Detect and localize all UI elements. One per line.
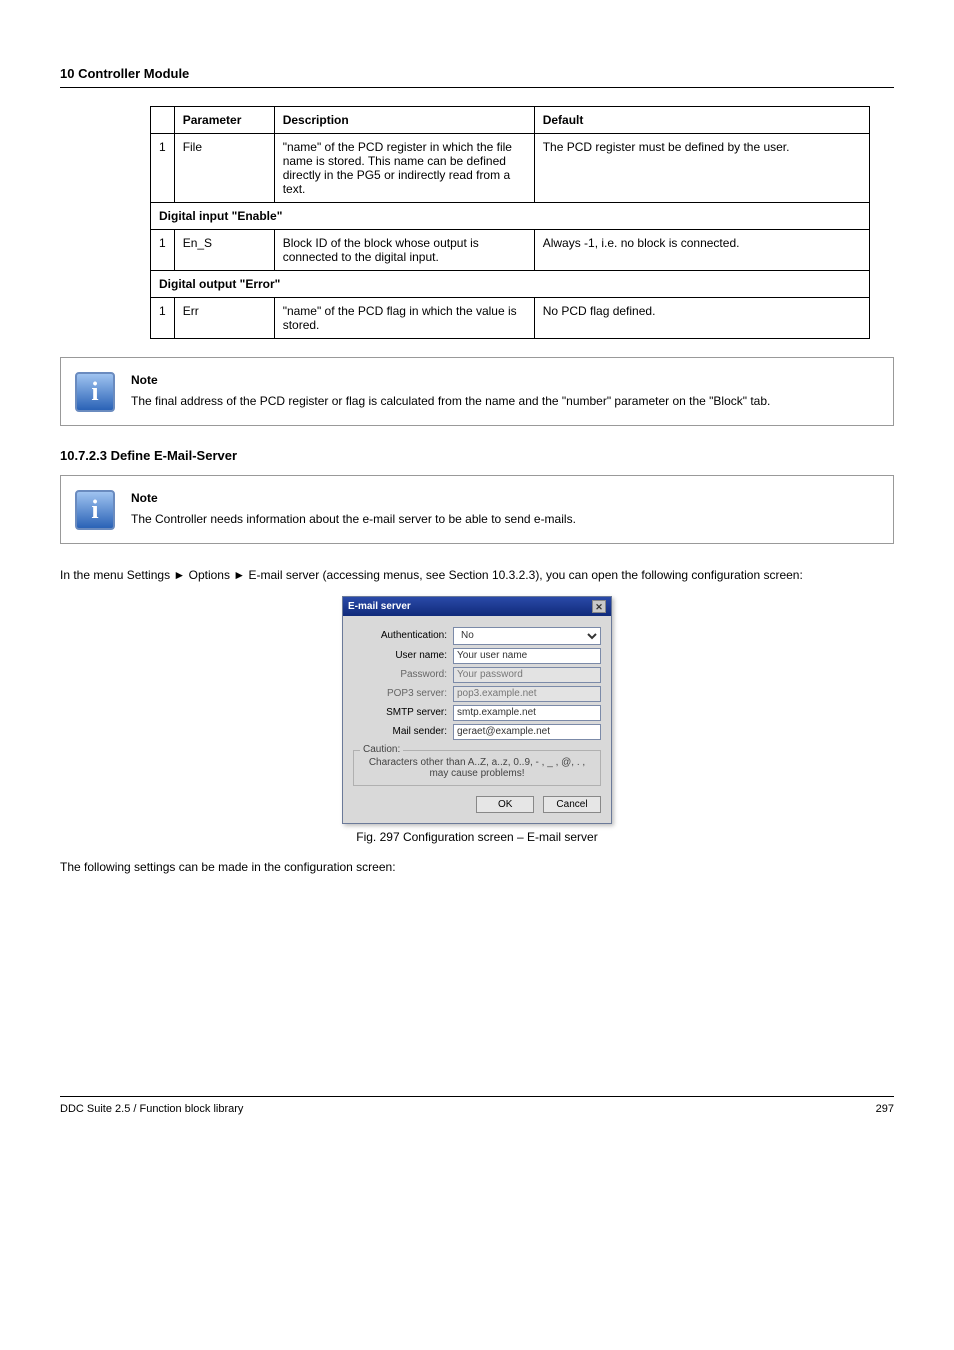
note-title: Note (131, 490, 877, 507)
close-icon[interactable]: ✕ (592, 600, 606, 613)
cell-desc: "name" of the PCD register in which the … (274, 134, 534, 203)
cell-desc: "name" of the PCD flag in which the valu… (274, 298, 534, 339)
auth-label: Authentication: (353, 630, 453, 641)
username-label: User name: (353, 650, 453, 661)
cell-param: Err (174, 298, 274, 339)
footer-left: DDC Suite 2.5 / Function block library (60, 1103, 243, 1115)
caution-text: Characters other than A..Z, a..z, 0..9, … (369, 757, 585, 779)
page: 10 Controller Module Parameter Descripti… (0, 0, 954, 1155)
cell-num: 1 (151, 134, 175, 203)
table-header-row: Parameter Description Default (151, 107, 870, 134)
table-group-row: Digital input "Enable" (151, 203, 870, 230)
group-din: Digital input "Enable" (151, 203, 870, 230)
figure-caption: Fig. 297 Configuration screen – E-mail s… (60, 830, 894, 844)
note-title: Note (131, 372, 877, 389)
dialog-titlebar: E-mail server ✕ (343, 597, 611, 616)
caution-box: Caution: Characters other than A..Z, a..… (353, 750, 601, 786)
note-box: i Note The final address of the PCD regi… (60, 357, 894, 426)
sub-heading: 10.7.2.3 Define E-Mail-Server (60, 448, 894, 463)
table-group-row: Digital output "Error" (151, 271, 870, 298)
password-input[interactable] (453, 667, 601, 683)
password-label: Password: (353, 669, 453, 680)
auth-select[interactable]: No (453, 627, 601, 645)
email-server-dialog: E-mail server ✕ Authentication: No User … (342, 596, 612, 824)
pop3-input[interactable] (453, 686, 601, 702)
cell-default: No PCD flag defined. (534, 298, 869, 339)
sender-label: Mail sender: (353, 726, 453, 737)
cell-num: 1 (151, 298, 175, 339)
cell-default: The PCD register must be defined by the … (534, 134, 869, 203)
note-body: The final address of the PCD register or… (131, 393, 877, 410)
col-param: Parameter (174, 107, 274, 134)
group-dout: Digital output "Error" (151, 271, 870, 298)
section-title: 10 Controller Module (60, 60, 894, 88)
table-row: 1 En_S Block ID of the block whose outpu… (151, 230, 870, 271)
cell-param: File (174, 134, 274, 203)
cell-desc: Block ID of the block whose output is co… (274, 230, 534, 271)
info-icon: i (75, 490, 115, 530)
dialog-body: Authentication: No User name: Password: … (343, 616, 611, 823)
dialog-title: E-mail server (348, 601, 411, 612)
ok-button[interactable]: OK (476, 796, 534, 813)
cell-param: En_S (174, 230, 274, 271)
col-default: Default (534, 107, 869, 134)
username-input[interactable] (453, 648, 601, 664)
note-box: i Note The Controller needs information … (60, 475, 894, 544)
param-table: Parameter Description Default 1 File "na… (150, 106, 870, 339)
cancel-button[interactable]: Cancel (543, 796, 601, 813)
table-row: 1 File "name" of the PCD register in whi… (151, 134, 870, 203)
smtp-label: SMTP server: (353, 707, 453, 718)
pop3-label: POP3 server: (353, 688, 453, 699)
smtp-input[interactable] (453, 705, 601, 721)
cell-num: 1 (151, 230, 175, 271)
paragraph-intro: In the menu Settings ► Options ► E-mail … (60, 566, 894, 584)
figure-wrap: E-mail server ✕ Authentication: No User … (60, 596, 894, 844)
sender-input[interactable] (453, 724, 601, 740)
caution-legend: Caution: (360, 744, 403, 755)
cell-default: Always -1, i.e. no block is connected. (534, 230, 869, 271)
note-body: The Controller needs information about t… (131, 511, 877, 528)
page-footer: DDC Suite 2.5 / Function block library 2… (60, 1096, 894, 1115)
col-desc: Description (274, 107, 534, 134)
info-icon: i (75, 372, 115, 412)
col-blank (151, 107, 175, 134)
table-row: 1 Err "name" of the PCD flag in which th… (151, 298, 870, 339)
footer-page-number: 297 (876, 1103, 894, 1115)
paragraph-below: The following settings can be made in th… (60, 858, 894, 876)
